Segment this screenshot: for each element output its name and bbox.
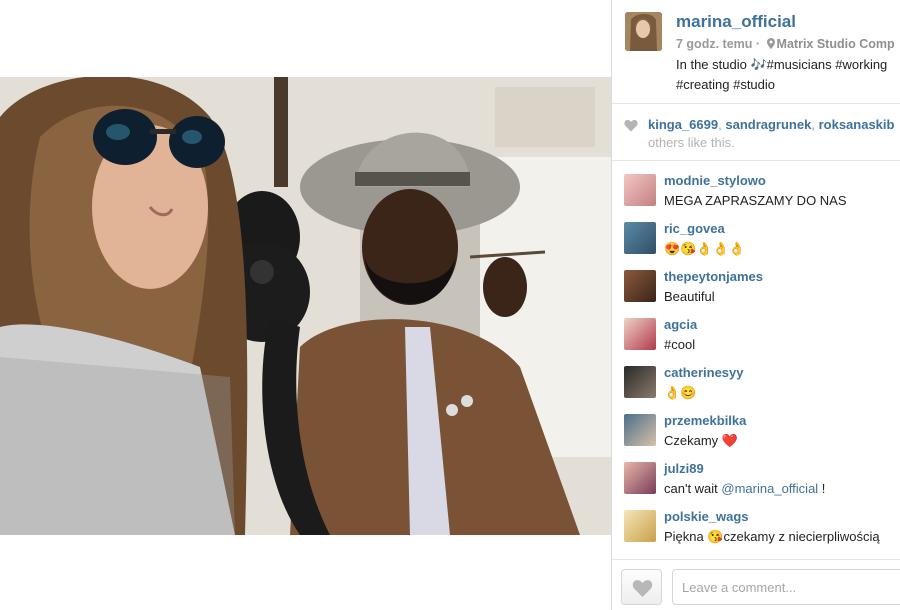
- likes-section: kinga_6699, sandragrunek, roksanaskib ot…: [612, 105, 900, 161]
- heart-icon: [632, 580, 653, 597]
- commenter-avatar[interactable]: [624, 366, 656, 398]
- comment-text: MEGA ZAPRASZAMY DO NAS: [664, 193, 847, 208]
- comment-text-start: can't wait: [664, 481, 722, 496]
- comment-input[interactable]: [672, 569, 900, 605]
- commenter-avatar[interactable]: [624, 222, 656, 254]
- commenter-avatar[interactable]: [624, 318, 656, 350]
- likers-list: kinga_6699, sandragrunek, roksanaskib: [648, 117, 894, 132]
- post-caption: In the studio 🎶#musicians #working #crea…: [676, 55, 900, 95]
- liker-link[interactable]: roksanaskib: [819, 117, 895, 132]
- comment-text-end: !: [818, 481, 826, 496]
- caption-line-2: #creating #studio: [676, 77, 776, 92]
- caption-line-1: In the studio 🎶#musicians #working: [676, 57, 888, 72]
- post-header: marina_official 7 godz. temu · Matrix St…: [612, 0, 900, 104]
- comments-list: modnie_stylowo MEGA ZAPRASZAMY DO NAS ri…: [612, 162, 900, 560]
- photo-area: [0, 0, 611, 610]
- meta-separator: ·: [755, 37, 761, 51]
- comment-username[interactable]: modnie_stylowo: [664, 173, 766, 188]
- commenter-avatar[interactable]: [624, 174, 656, 206]
- mention-link[interactable]: @marina_official: [721, 481, 818, 496]
- comment-item: przemekbilka Czekamy ❤️: [612, 402, 900, 450]
- comment-footer: [612, 559, 900, 610]
- comment-username[interactable]: thepeytonjames: [664, 269, 763, 284]
- photo-illustration: [0, 77, 611, 535]
- comment-item: agcia #cool: [612, 306, 900, 354]
- heart-icon: [624, 119, 638, 132]
- comment-item: catherinesyy 👌😊: [612, 354, 900, 402]
- commenter-avatar[interactable]: [624, 414, 656, 446]
- post-photo[interactable]: [0, 77, 611, 535]
- comment-item: ric_govea 😍😘👌👌👌: [612, 210, 900, 258]
- comment-username[interactable]: polskie_wags: [664, 509, 749, 524]
- comment-item: modnie_stylowo MEGA ZAPRASZAMY DO NAS: [612, 162, 900, 210]
- post-time[interactable]: 7 godz. temu: [676, 37, 752, 51]
- comment-text: Piękna 😘czekamy z niecierpliwością: [664, 529, 880, 544]
- comment-username[interactable]: agcia: [664, 317, 697, 332]
- like-button[interactable]: [621, 569, 662, 605]
- owner-username[interactable]: marina_official: [676, 12, 796, 32]
- liker-separator: ,: [811, 117, 815, 132]
- likes-tail-text: others like this.: [648, 135, 735, 150]
- commenter-avatar[interactable]: [624, 270, 656, 302]
- post-location[interactable]: Matrix Studio Comp: [777, 37, 895, 51]
- pin-icon: [766, 38, 775, 49]
- commenter-avatar[interactable]: [624, 462, 656, 494]
- comment-username[interactable]: przemekbilka: [664, 413, 746, 428]
- comment-text: Czekamy ❤️: [664, 433, 738, 448]
- comment-text: can't wait @marina_official !: [664, 481, 825, 496]
- owner-avatar[interactable]: [625, 12, 662, 51]
- liker-separator: ,: [718, 117, 722, 132]
- comment-text: 👌😊: [664, 385, 697, 400]
- comment-username[interactable]: ric_govea: [664, 221, 725, 236]
- comment-text: Beautiful: [664, 289, 715, 304]
- comment-item: thepeytonjames Beautiful: [612, 258, 900, 306]
- commenter-avatar[interactable]: [624, 510, 656, 542]
- owner-avatar-image: [625, 12, 662, 51]
- comment-item: julzi89 can't wait @marina_official !: [612, 450, 900, 498]
- comment-item: polskie_wags Piękna 😘czekamy z niecierpl…: [612, 498, 900, 546]
- comment-username[interactable]: julzi89: [664, 461, 704, 476]
- post-side-panel: marina_official 7 godz. temu · Matrix St…: [612, 0, 900, 610]
- liker-link[interactable]: kinga_6699: [648, 117, 718, 132]
- liker-link[interactable]: sandragrunek: [725, 117, 811, 132]
- comment-text: #cool: [664, 337, 696, 352]
- post-meta: 7 godz. temu · Matrix Studio Comp: [676, 37, 895, 51]
- comment-text: 😍😘👌👌👌: [664, 241, 745, 256]
- comment-username[interactable]: catherinesyy: [664, 365, 744, 380]
